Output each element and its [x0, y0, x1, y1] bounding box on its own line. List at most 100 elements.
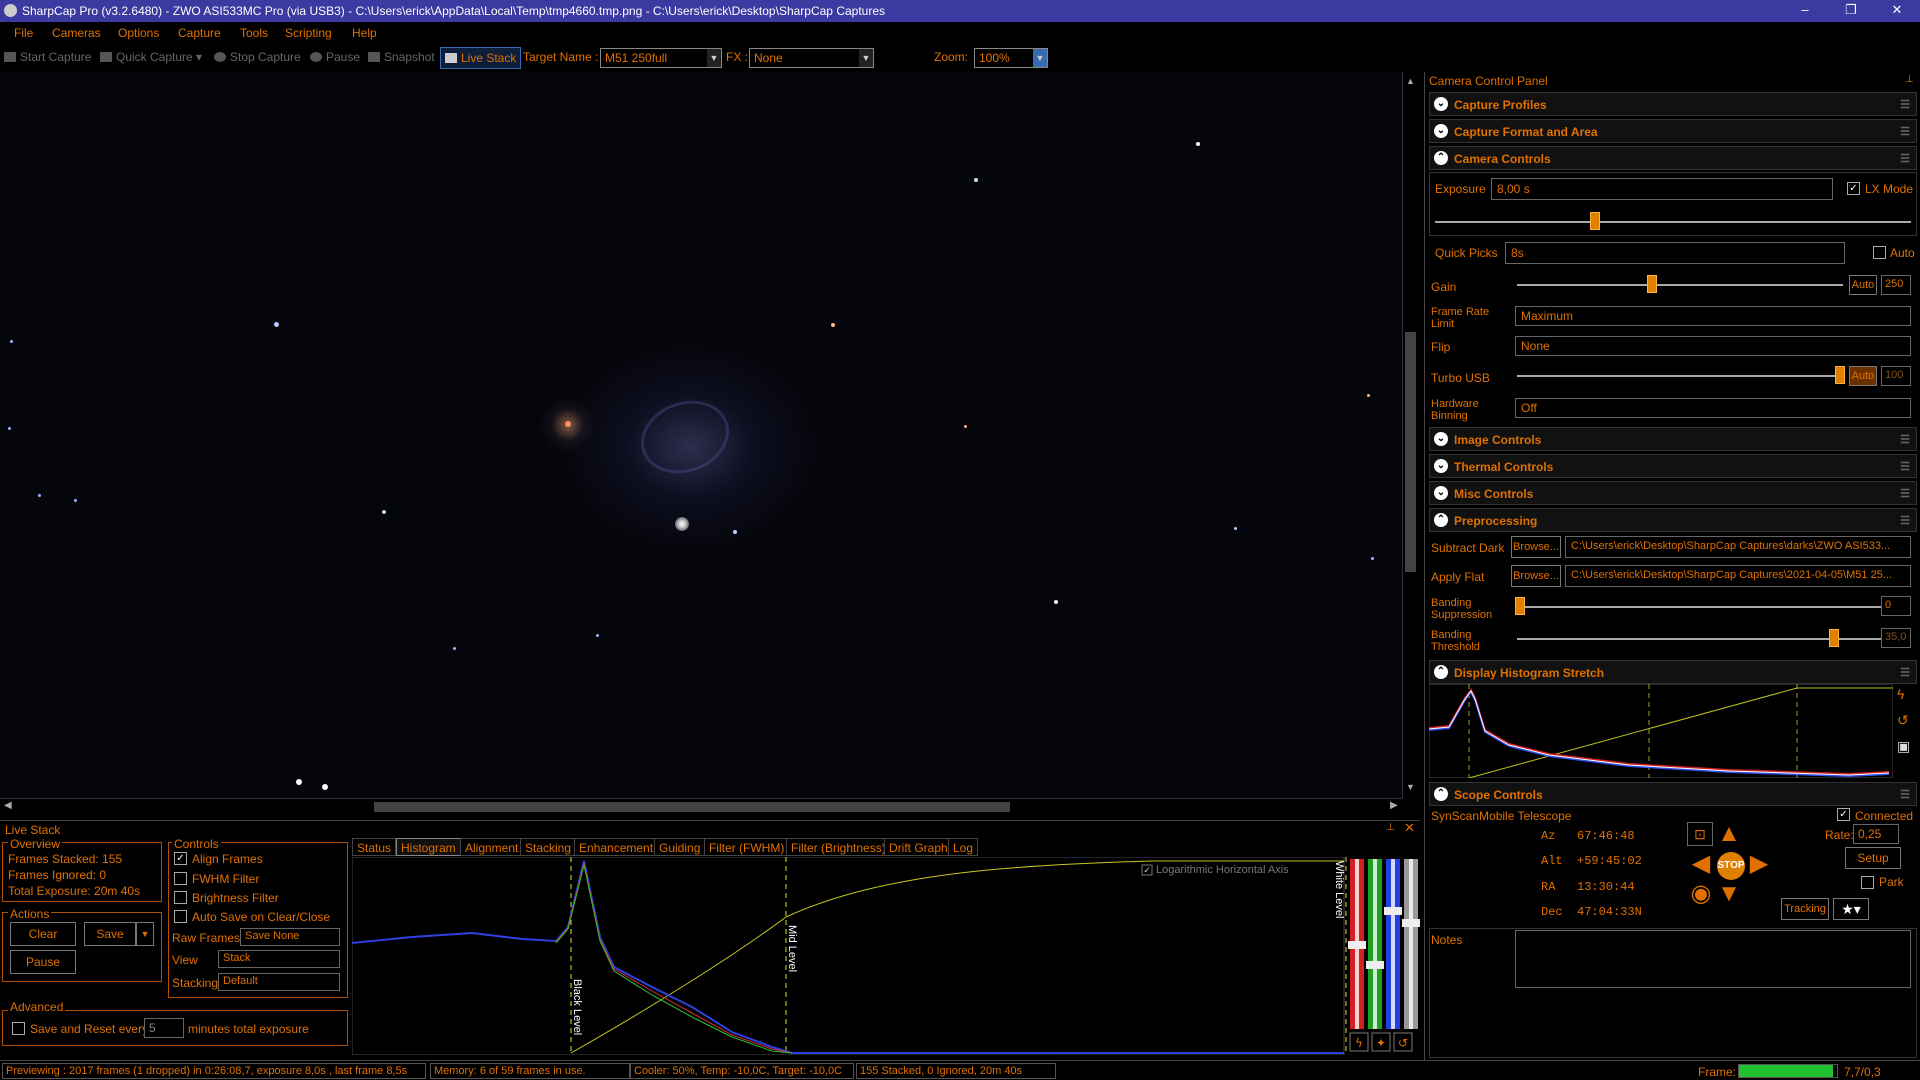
tab-filter-brightness[interactable]: Filter (Brightness) [786, 838, 891, 856]
pause-stack-button[interactable]: Pause [10, 950, 76, 974]
scroll-thumb[interactable] [374, 802, 1010, 812]
banding-threshold-thumb[interactable] [1829, 629, 1839, 647]
arrow-right-icon[interactable]: ▶ [1745, 850, 1773, 878]
pause-button[interactable]: Pause [310, 50, 360, 64]
section-capture-format[interactable]: ⌄ Capture Format and Area ☰ [1429, 119, 1917, 143]
browse-dark-button[interactable]: Browse... [1511, 536, 1561, 558]
flat-path-select[interactable]: C:\Users\erick\Desktop\SharpCap Captures… [1565, 565, 1911, 587]
park-checkbox[interactable] [1861, 876, 1874, 889]
menu-icon[interactable]: ☰ [1900, 433, 1910, 446]
menu-icon[interactable]: ☰ [1900, 788, 1910, 801]
exposure-slider-thumb[interactable] [1590, 212, 1600, 230]
dark-path-select[interactable]: C:\Users\erick\Desktop\SharpCap Captures… [1565, 536, 1911, 558]
goto-icon[interactable]: ⊡ [1687, 822, 1713, 846]
section-thermal-controls[interactable]: ⌄ Thermal Controls ☰ [1429, 454, 1917, 478]
maximize-button[interactable]: ❐ [1828, 0, 1874, 22]
rate-select[interactable]: 0,25 [1853, 824, 1899, 844]
clear-button[interactable]: Clear [10, 922, 76, 946]
quick-picks-auto-checkbox[interactable] [1873, 246, 1886, 259]
section-preprocessing[interactable]: ⌃ Preprocessing ☰ [1429, 508, 1917, 532]
turbo-usb-slider-thumb[interactable] [1835, 366, 1845, 384]
lx-mode-checkbox[interactable]: ✓ [1847, 182, 1860, 195]
stack-histogram-chart[interactable]: ✓ Logarithmic Horizontal Axis Black Leve… [352, 857, 1420, 1055]
exposure-slider[interactable] [1435, 221, 1911, 223]
scroll-right-icon[interactable]: ▶ [1390, 800, 1398, 811]
tab-status[interactable]: Status [352, 838, 397, 856]
menu-scripting[interactable]: Scripting [285, 26, 332, 40]
close-button[interactable]: ✕ [1874, 0, 1920, 22]
banding-suppression-thumb[interactable] [1515, 597, 1525, 615]
tab-guiding[interactable]: Guiding [654, 838, 706, 856]
section-scope-controls[interactable]: ⌃ Scope Controls ☰ [1429, 782, 1917, 806]
scroll-thumb[interactable] [1405, 332, 1416, 572]
target-icon[interactable]: ◉ [1687, 880, 1715, 908]
exposure-input[interactable]: 8,00 s [1491, 178, 1833, 200]
raw-frames-select[interactable]: Save None [240, 928, 340, 946]
scroll-left-icon[interactable]: ◀ [4, 800, 12, 811]
gain-auto-button[interactable]: Auto [1849, 275, 1877, 295]
menu-icon[interactable]: ☰ [1900, 98, 1910, 111]
menu-icon[interactable]: ☰ [1900, 125, 1910, 138]
scroll-up-icon[interactable]: ▲ [1406, 76, 1415, 86]
reset-icon[interactable]: ↺ [1897, 712, 1909, 729]
pin-icon[interactable]: ⊥ [1386, 822, 1395, 833]
menu-icon[interactable]: ☰ [1900, 514, 1910, 527]
save-button[interactable]: Save [84, 922, 136, 946]
tab-enhancement[interactable]: Enhancement [574, 838, 659, 856]
fwhm-filter-checkbox[interactable] [174, 872, 187, 885]
gain-slider-thumb[interactable] [1647, 275, 1657, 293]
fx-combo[interactable]: None ▼ [749, 48, 874, 68]
histogram-stretch-chart[interactable] [1429, 684, 1893, 778]
arrow-down-icon[interactable]: ▼ [1715, 880, 1743, 908]
scroll-down-icon[interactable]: ▼ [1406, 782, 1415, 792]
chevron-down-icon[interactable]: ▼ [1033, 49, 1047, 67]
banding-threshold-value[interactable]: 35,0 [1881, 628, 1911, 648]
stop-button[interactable]: STOP [1717, 852, 1745, 880]
live-stack-button[interactable]: Live Stack [440, 47, 522, 69]
save-options-chevron-icon[interactable]: ▼ [136, 922, 154, 946]
menu-icon[interactable]: ☰ [1900, 666, 1910, 679]
target-name-combo[interactable]: M51 250full ▼ [600, 48, 722, 68]
view-select[interactable]: Stack [218, 950, 340, 968]
tab-drift-graph[interactable]: Drift Graph [884, 838, 953, 856]
stop-capture-button[interactable]: Stop Capture [214, 50, 301, 64]
connected-checkbox[interactable]: ✓ [1837, 808, 1850, 821]
save-reset-checkbox[interactable] [12, 1022, 25, 1035]
menu-options[interactable]: Options [118, 26, 159, 40]
tab-log[interactable]: Log [948, 838, 979, 856]
banding-suppression-value[interactable]: 0 [1881, 596, 1911, 616]
menu-help[interactable]: Help [352, 26, 377, 40]
menu-icon[interactable]: ☰ [1900, 487, 1910, 500]
banding-threshold-slider[interactable] [1517, 638, 1897, 640]
pin-icon[interactable]: ⊥ [1905, 74, 1914, 85]
turbo-usb-slider[interactable] [1517, 375, 1843, 377]
section-histogram-stretch[interactable]: ⌃ Display Histogram Stretch ☰ [1429, 660, 1917, 684]
menu-icon[interactable]: ☰ [1900, 460, 1910, 473]
save-icon[interactable]: ▣ [1897, 738, 1910, 755]
gain-slider[interactable] [1517, 284, 1843, 286]
section-image-controls[interactable]: ⌄ Image Controls ☰ [1429, 427, 1917, 451]
tracking-mode-icon[interactable]: ★▾ [1833, 898, 1869, 920]
menu-file[interactable]: File [14, 26, 33, 40]
minutes-stepper[interactable]: 5 [144, 1018, 184, 1038]
menu-tools[interactable]: Tools [240, 26, 268, 40]
arrow-up-icon[interactable]: ▲ [1715, 820, 1743, 848]
tab-alignment[interactable]: Alignment [460, 838, 524, 856]
section-capture-profiles[interactable]: ⌄ Capture Profiles ☰ [1429, 92, 1917, 116]
hardware-binning-select[interactable]: Off [1515, 398, 1911, 418]
tab-filter-fwhm[interactable]: Filter (FWHM) [704, 838, 790, 856]
start-capture-button[interactable]: Start Capture [4, 50, 91, 64]
chevron-down-icon[interactable]: ▼ [859, 49, 873, 67]
auto-save-checkbox[interactable] [174, 910, 187, 923]
brightness-filter-checkbox[interactable] [174, 891, 187, 904]
minimize-button[interactable]: – [1782, 0, 1828, 22]
zoom-combo[interactable]: 100% ▼ [974, 48, 1048, 68]
section-misc-controls[interactable]: ⌄ Misc Controls ☰ [1429, 481, 1917, 505]
section-camera-controls[interactable]: ⌃ Camera Controls ☰ [1429, 146, 1917, 170]
menu-capture[interactable]: Capture [178, 26, 221, 40]
setup-button[interactable]: Setup [1845, 847, 1901, 869]
chevron-down-icon[interactable]: ▼ [707, 49, 721, 67]
tracking-button[interactable]: Tracking [1781, 898, 1829, 920]
menu-icon[interactable]: ☰ [1900, 152, 1910, 165]
frame-rate-select[interactable]: Maximum [1515, 306, 1911, 326]
